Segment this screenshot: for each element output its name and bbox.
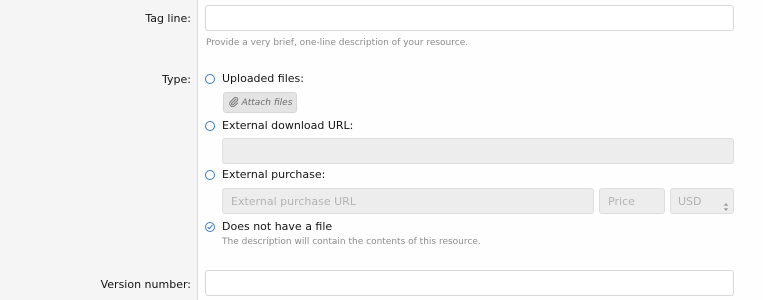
radio-external-purchase-label[interactable]: External purchase:: [222, 168, 325, 181]
radio-no-file[interactable]: [205, 222, 215, 232]
radio-external-download[interactable]: [205, 121, 215, 131]
tag-line-label: Tag line:: [145, 12, 191, 25]
label-column: [0, 0, 197, 300]
radio-external-download-label[interactable]: External download URL:: [222, 119, 353, 132]
tag-line-input[interactable]: [205, 5, 734, 31]
price-input[interactable]: [599, 188, 665, 214]
checkmark-icon: [207, 224, 213, 230]
tag-line-hint: Provide a very brief, one-line descripti…: [206, 38, 469, 48]
external-purchase-url-input[interactable]: [222, 188, 594, 214]
currency-select-value: USD: [678, 195, 702, 208]
paperclip-icon: [228, 96, 239, 110]
attach-files-label: Attach files: [241, 97, 293, 108]
select-arrows-icon: [723, 196, 729, 221]
external-download-url-input[interactable]: [222, 138, 734, 164]
type-label: Type:: [162, 73, 191, 86]
radio-external-purchase[interactable]: [205, 170, 215, 180]
no-file-hint: The description will contain the content…: [222, 237, 481, 247]
radio-uploaded-files-label[interactable]: Uploaded files:: [222, 72, 304, 85]
attach-files-button[interactable]: Attach files: [223, 92, 297, 113]
version-number-input[interactable]: [205, 270, 734, 296]
radio-uploaded-files[interactable]: [205, 74, 215, 84]
radio-no-file-label[interactable]: Does not have a file: [222, 220, 332, 233]
version-number-label: Version number:: [100, 278, 191, 291]
currency-select[interactable]: USD: [670, 188, 734, 214]
